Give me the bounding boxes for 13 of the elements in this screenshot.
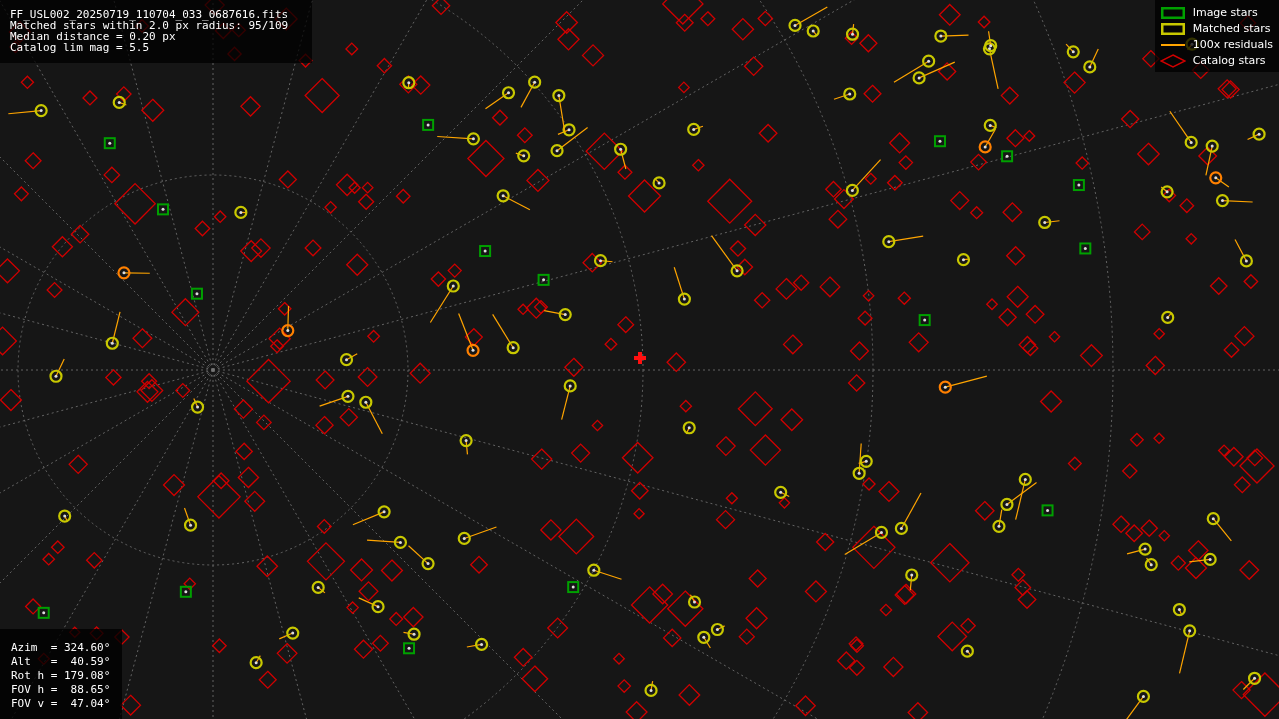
pointing-text: FOV h = 88.65°: [11, 683, 111, 697]
legend-label: Image stars: [1192, 6, 1258, 19]
legend-label: Matched stars: [1192, 22, 1271, 35]
legend-label: Catalog stars: [1192, 54, 1266, 67]
pointing-text: FOV v = 47.04°: [11, 697, 111, 711]
pointing-text: Azim = 324.60°: [11, 641, 111, 655]
info-text: FF_USL002_20250719_110704_033_0687616.fits: [10, 9, 290, 20]
pointing-text: Alt = 40.59°: [11, 655, 111, 669]
legend-label: 100x residuals: [1192, 38, 1273, 51]
info-text: Catalog lim mag = 5.5: [10, 42, 151, 53]
info-text: Median distance = 0.20 px: [10, 31, 176, 42]
pointing-text: Rot h = 179.08°: [11, 669, 111, 683]
info-text: Matched stars within 2.0 px radius: 95/109: [10, 20, 290, 31]
